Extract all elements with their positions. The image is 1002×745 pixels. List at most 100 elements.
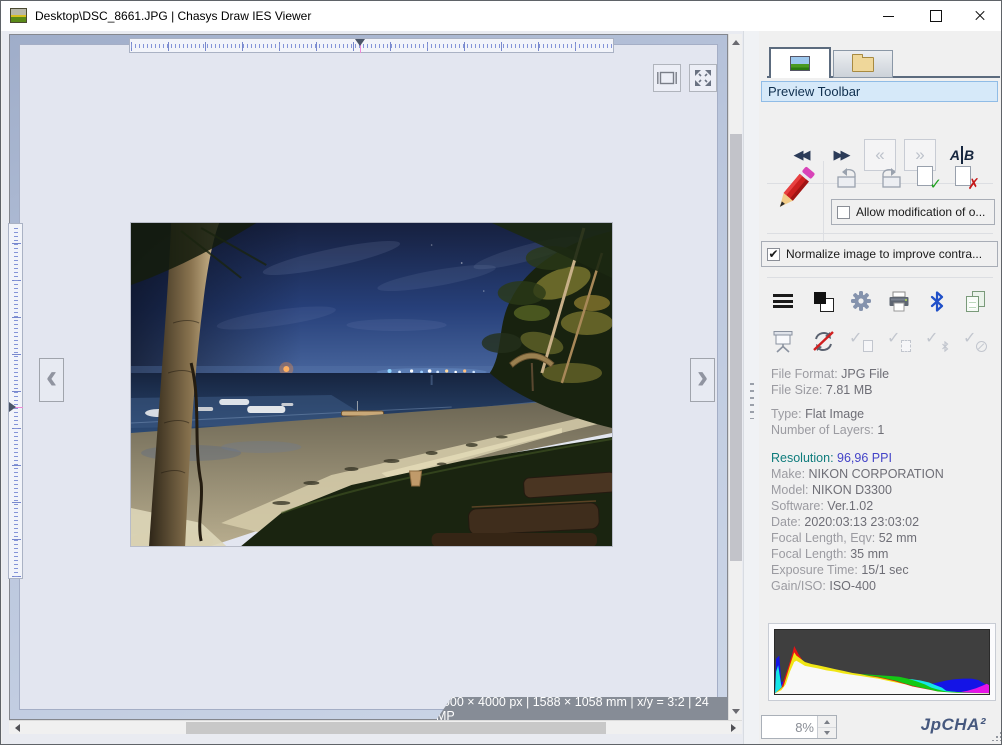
normalize-label: Normalize image to improve contra...: [786, 247, 982, 261]
normalize-checkbox-row[interactable]: ✔ Normalize image to improve contra...: [761, 241, 998, 267]
scroll-right-arrow[interactable]: [731, 724, 736, 732]
fullscreen-button[interactable]: [689, 64, 717, 92]
close-button[interactable]: [957, 1, 1002, 31]
gear-icon: [850, 290, 872, 312]
check-bluetooth-icon: ✓: [925, 330, 949, 352]
fit-to-window-button[interactable]: [653, 64, 681, 92]
image-dimensions-text: 6000 × 4000 px | 1588 × 1058 mm | x/y = …: [436, 695, 720, 723]
maximize-icon: [930, 10, 942, 22]
resize-grip[interactable]: [991, 731, 1001, 741]
app-icon: [10, 8, 27, 23]
auto-bluetooth-toggle-disabled[interactable]: ✓: [921, 327, 953, 355]
image-info-statusbar: 6000 × 4000 px | 1588 × 1058 mm | x/y = …: [436, 697, 728, 720]
disable-sync-button[interactable]: [807, 327, 839, 355]
histogram-plot: [774, 629, 990, 695]
iso-line: Gain/ISO: ISO-400: [771, 579, 991, 595]
jpcha-logo: JpCHA²: [921, 715, 986, 735]
rotate-left-button[interactable]: [829, 161, 867, 195]
check-copy-icon: ✓: [849, 330, 873, 352]
vertical-ruler[interactable]: [8, 223, 23, 579]
chevron-left-icon: ‹: [46, 360, 57, 394]
app-window: Desktop\DSC_8661.JPG | Chasys Draw IES V…: [0, 0, 1002, 745]
date-line: Date: 2020:03:13 23:03:02: [771, 515, 991, 531]
focal-line: Focal Length: 35 mm: [771, 547, 991, 563]
printer-icon: [887, 291, 911, 312]
file-info-block: File Format: JPG File File Size: 7.81 MB…: [771, 367, 991, 595]
copy-pages-icon: [965, 291, 985, 311]
focal-eqv-line: Focal Length, Eqv: 52 mm: [771, 531, 991, 547]
pencil-icon: [772, 165, 816, 215]
check-paste-icon: ✓: [887, 330, 911, 352]
check-blocked-icon: ✓: [963, 330, 987, 352]
discard-changes-button[interactable]: ✗: [947, 161, 985, 195]
horizontal-scrollbar-thumb[interactable]: [186, 722, 606, 734]
minimize-icon: [883, 16, 894, 17]
auto-none-toggle-disabled[interactable]: ✓: [959, 327, 991, 355]
menu-button[interactable]: [767, 287, 799, 315]
separator: [767, 277, 993, 278]
bluetooth-send-button[interactable]: [921, 287, 953, 315]
previous-image-button[interactable]: ‹: [39, 358, 64, 402]
scroll-up-arrow[interactable]: [732, 40, 740, 45]
horizontal-ruler-ticks: [131, 40, 612, 51]
file-format-line: File Format: JPG File: [771, 367, 991, 383]
tab-browse[interactable]: [833, 50, 893, 78]
auto-copy-toggle-disabled[interactable]: ✓: [845, 327, 877, 355]
vertical-scrollbar-thumb[interactable]: [730, 134, 742, 561]
layers-line: Number of Layers: 1: [771, 423, 991, 439]
separator: [767, 233, 993, 234]
edit-image-button[interactable]: [771, 159, 817, 221]
background-color-button[interactable]: [807, 287, 839, 315]
zoom-decrease-button[interactable]: [818, 727, 836, 738]
tab-preview[interactable]: [769, 47, 831, 78]
no-sync-icon: [812, 330, 835, 353]
zoom-spinner[interactable]: 8%: [761, 715, 837, 739]
check-icon: ✔: [768, 248, 778, 260]
allow-modification-checkbox[interactable]: [837, 206, 850, 219]
vertical-ruler-marker[interactable]: [9, 402, 16, 412]
scroll-left-arrow[interactable]: [15, 724, 20, 732]
horizontal-ruler-marker[interactable]: [355, 39, 365, 46]
panel-splitter[interactable]: [743, 31, 759, 745]
copy-button[interactable]: [959, 287, 991, 315]
next-image-button[interactable]: ›: [690, 358, 715, 402]
type-line: Type: Flat Image: [771, 407, 991, 423]
settings-button[interactable]: [845, 287, 877, 315]
zoom-spin-buttons: [817, 716, 836, 738]
chevron-right-icon: ›: [697, 360, 708, 394]
vertical-scrollbar[interactable]: [728, 34, 742, 720]
photo-preview[interactable]: [131, 223, 612, 546]
spinner-down-icon: [824, 731, 830, 735]
print-button[interactable]: [883, 287, 915, 315]
resolution-line: Resolution: 96,96 PPI: [771, 451, 991, 467]
make-line: Make: NIKON CORPORATION: [771, 467, 991, 483]
close-icon: [974, 10, 986, 22]
rotate-right-button[interactable]: [871, 161, 909, 195]
splitter-grip-icon: [750, 383, 754, 419]
software-line: Software: Ver.1.02: [771, 499, 991, 515]
window-title: Desktop\DSC_8661.JPG | Chasys Draw IES V…: [35, 9, 311, 23]
histogram-panel: [768, 623, 996, 701]
viewer-area: ‹ › 6000 × 4000 px | 1588 × 1058 mm | x/…: [2, 31, 743, 745]
file-size-line: File Size: 7.81 MB: [771, 383, 991, 399]
horizontal-ruler[interactable]: [129, 38, 614, 53]
title-bar[interactable]: Desktop\DSC_8661.JPG | Chasys Draw IES V…: [1, 1, 1001, 31]
fullscreen-icon: [694, 69, 712, 87]
model-line: Model: NIKON D3300: [771, 483, 991, 499]
zoom-value[interactable]: 8%: [795, 720, 814, 735]
horizontal-scrollbar[interactable]: [9, 720, 742, 734]
allow-modification-checkbox-row[interactable]: Allow modification of o...: [831, 199, 995, 225]
scroll-down-arrow[interactable]: [732, 709, 740, 714]
slideshow-button[interactable]: [767, 327, 799, 355]
black-white-squares-icon: [814, 292, 833, 311]
minimize-button[interactable]: [865, 1, 911, 31]
normalize-checkbox[interactable]: ✔: [767, 248, 780, 261]
histogram-chart: [775, 630, 989, 694]
projector-screen-icon: [771, 330, 795, 353]
spinner-up-icon: [824, 720, 830, 724]
beach-night-photo: [131, 223, 612, 546]
auto-paste-toggle-disabled[interactable]: ✓: [883, 327, 915, 355]
allow-modification-label: Allow modification of o...: [856, 205, 985, 219]
apply-changes-button[interactable]: ✓: [909, 161, 947, 195]
maximize-button[interactable]: [913, 1, 959, 31]
